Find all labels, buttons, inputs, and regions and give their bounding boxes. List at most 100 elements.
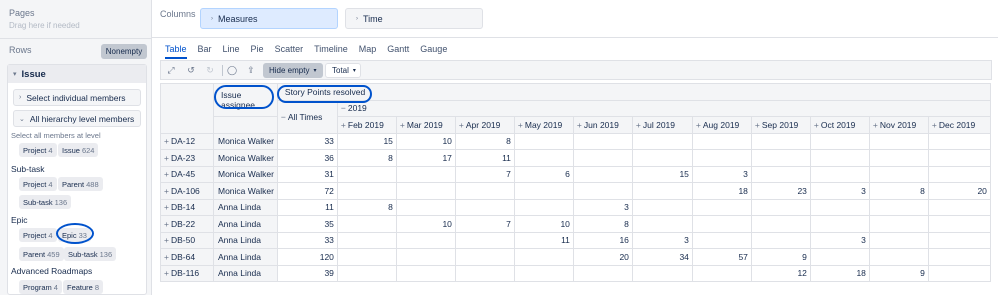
value-cell (868, 215, 929, 233)
month-header[interactable]: + Apr 2019 (454, 116, 515, 134)
month-label: Feb 2019 (347, 119, 384, 130)
tab-bar[interactable]: Bar (198, 44, 212, 59)
value-cell: 6 (513, 165, 574, 183)
level-chip[interactable]: Project 4 (19, 177, 57, 191)
expand-icon[interactable]: + (518, 120, 523, 130)
expand-icon[interactable]: + (164, 252, 169, 262)
expand-icon[interactable]: + (636, 120, 641, 130)
month-header[interactable]: + Jul 2019 (631, 116, 693, 134)
month-header[interactable]: + Mar 2019 (395, 116, 456, 134)
export-icon[interactable]: ⇪ (244, 65, 258, 76)
chip-label: Epic (62, 230, 77, 240)
select-individual-members[interactable]: › Select individual members (13, 89, 141, 106)
expand-icon[interactable]: + (459, 120, 464, 130)
month-header[interactable]: + Oct 2019 (809, 116, 870, 134)
level-chip[interactable]: Issue 624 (58, 143, 99, 157)
select-individual-label: Select individual members (26, 92, 126, 103)
redo-icon[interactable]: ↻ (203, 65, 217, 76)
tab-gantt[interactable]: Gantt (387, 44, 409, 59)
value-cell (513, 264, 574, 282)
time-dimension[interactable]: › Time (345, 8, 483, 29)
expand-icon[interactable]: + (164, 136, 169, 146)
all-times-cell: 36 (276, 149, 338, 167)
month-header[interactable]: + May 2019 (513, 116, 574, 134)
expand-icon[interactable]: + (164, 202, 169, 212)
expand-icon[interactable]: + (755, 120, 760, 130)
measures-dimension[interactable]: › Measures (200, 8, 338, 29)
pages-drop-hint[interactable]: Drag here if needed (9, 21, 80, 30)
value-cell (927, 165, 991, 183)
issue-row-header[interactable]: + DB-14 (160, 198, 214, 216)
tab-pie[interactable]: Pie (251, 44, 264, 59)
nonempty-button[interactable]: Nonempty (101, 44, 147, 59)
month-header[interactable]: + Nov 2019 (868, 116, 929, 134)
tab-line[interactable]: Line (223, 44, 240, 59)
month-header[interactable]: + Jun 2019 (572, 116, 633, 134)
tab-gauge[interactable]: Gauge (420, 44, 447, 59)
month-header[interactable]: + Feb 2019 (336, 116, 397, 134)
level-chip[interactable]: Feature 8 (63, 280, 104, 294)
month-header[interactable]: + Aug 2019 (691, 116, 752, 134)
expand-icon[interactable]: + (164, 268, 169, 278)
issue-row-header[interactable]: + DA-12 (160, 132, 214, 150)
expand-icon[interactable]: + (696, 120, 701, 130)
issue-row-header[interactable]: + DB-116 (160, 264, 214, 282)
expand-icon[interactable]: + (932, 120, 937, 130)
value-cell (513, 132, 574, 150)
issue-dimension-header[interactable]: ▾ Issue (8, 65, 146, 83)
issue-row-header[interactable]: + DB-22 (160, 215, 214, 233)
tab-scatter[interactable]: Scatter (275, 44, 304, 59)
issue-row-header[interactable]: + DA-45 (160, 165, 214, 183)
month-label: May 2019 (524, 119, 563, 130)
level-chip[interactable]: Project 4 (19, 228, 57, 242)
assignee-header[interactable]: Issue assignee (213, 83, 278, 117)
total-button[interactable]: Total ▾ (325, 63, 361, 78)
tab-table[interactable]: Table (165, 44, 187, 59)
all-hierarchy-level-members[interactable]: ⌄ All hierarchy level members (13, 110, 141, 127)
value-cell (809, 132, 870, 150)
year-header[interactable]: −2019 (336, 99, 991, 117)
expand-icon[interactable]: + (873, 120, 878, 130)
level-chip[interactable]: Project 4 (19, 143, 57, 157)
expand-icon[interactable]: + (164, 219, 169, 229)
month-header[interactable]: + Dec 2019 (927, 116, 991, 134)
collapse-icon[interactable]: − (281, 112, 286, 122)
measure-header[interactable]: Story Points resolved (276, 83, 991, 101)
year-label: 2019 (347, 103, 367, 114)
chip-count: 488 (86, 179, 99, 189)
expand-icon[interactable]: + (164, 153, 169, 163)
level-chip[interactable]: Sub-task 136 (19, 195, 72, 209)
issue-row-header[interactable]: + DB-64 (160, 248, 214, 266)
level-chip[interactable]: Epic 33 (58, 228, 91, 242)
expand-icon[interactable]: + (814, 120, 819, 130)
level-chip[interactable]: Parent 488 (58, 177, 103, 191)
collapse-icon[interactable]: − (341, 103, 346, 113)
level-chip[interactable]: Sub-task 136 (64, 247, 117, 261)
expand-icon[interactable]: + (164, 235, 169, 245)
divider (222, 65, 223, 76)
all-times-header[interactable]: − All Times (276, 99, 338, 134)
tab-map[interactable]: Map (359, 44, 377, 59)
hide-empty-button[interactable]: Hide empty ▾ (263, 63, 323, 78)
undo-icon[interactable]: ↺ (184, 65, 198, 76)
issue-row-header[interactable]: + DB-50 (160, 231, 214, 249)
level-chip[interactable]: Program 4 (19, 280, 62, 294)
fullscreen-icon[interactable]: ⤢ (164, 65, 178, 76)
value-cell (395, 264, 456, 282)
tab-timeline[interactable]: Timeline (314, 44, 348, 59)
expand-icon[interactable]: + (164, 186, 169, 196)
chip-count: 136 (54, 197, 68, 207)
issue-row-header[interactable]: + DA-23 (160, 149, 214, 167)
expand-icon[interactable]: + (577, 120, 582, 130)
expand-icon[interactable]: + (400, 120, 405, 130)
expand-icon[interactable]: + (341, 120, 346, 130)
issue-row-header[interactable]: + DA-106 (160, 182, 214, 200)
report-table: Issue assignee Story Points resolved − All … (160, 83, 991, 282)
table-row: + DB-64 Anna Linda 120 20 34 57 9 (160, 248, 991, 266)
expand-icon[interactable]: + (164, 169, 169, 179)
level-chip[interactable]: Parent 459 (19, 247, 64, 261)
value-cell: 34 (631, 248, 693, 266)
comment-icon[interactable]: ◯ (225, 65, 239, 76)
value-cell (513, 149, 574, 167)
month-header[interactable]: + Sep 2019 (750, 116, 811, 134)
